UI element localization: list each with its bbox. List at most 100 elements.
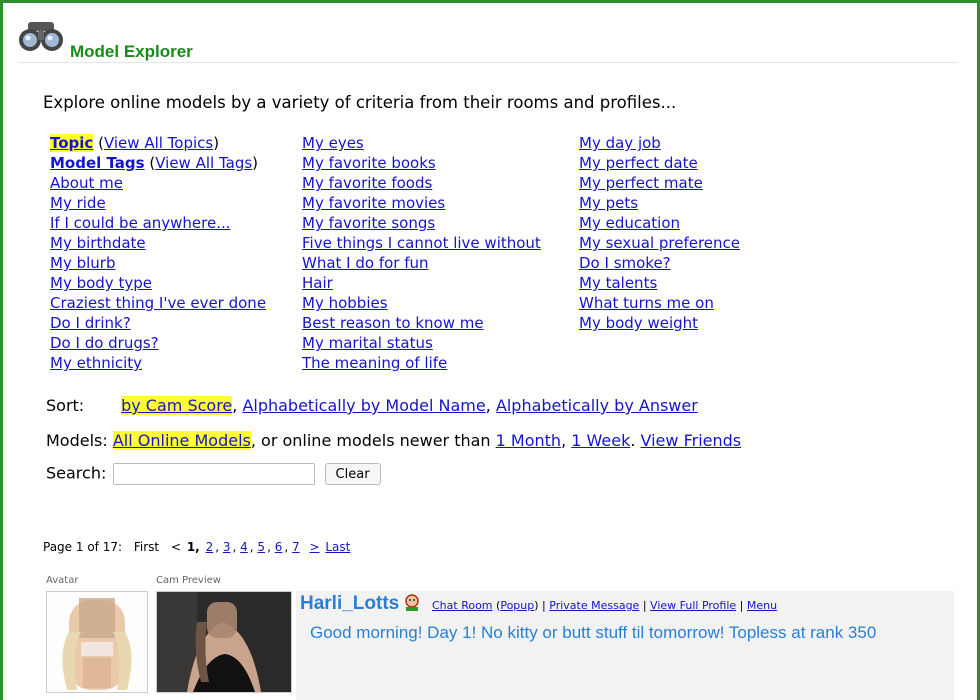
topic-link-what-turns-me-on[interactable]: What turns me on — [579, 294, 714, 312]
topic-link-my-sexual-preference[interactable]: My sexual preference — [579, 234, 740, 252]
topic-link-if-i-could-be-anywhere[interactable]: If I could be anywhere... — [50, 214, 231, 232]
separator: , — [284, 540, 292, 554]
topic-link-about-me[interactable]: About me — [50, 174, 123, 192]
page-link-6[interactable]: 6 — [275, 540, 283, 554]
link-view-all-tags[interactable]: View All Tags — [155, 154, 252, 172]
pagination: Page 1 of 17: First < 1, 2, 3, 4, 5, 6, … — [43, 540, 352, 554]
topic-link-hair[interactable]: Hair — [302, 274, 333, 292]
topic-row: Best reason to know me — [302, 313, 541, 333]
cam-preview[interactable] — [156, 591, 292, 693]
separator: | — [642, 599, 647, 612]
topic-row: My favorite books — [302, 153, 541, 173]
topic-row: The meaning of life — [302, 353, 541, 373]
topic-link-my-pets[interactable]: My pets — [579, 194, 638, 212]
topic-link-my-talents[interactable]: My talents — [579, 274, 657, 292]
topic-row: Do I smoke? — [579, 253, 740, 273]
chat-room-link[interactable]: Chat Room — [432, 599, 493, 612]
topic-row: My hobbies — [302, 293, 541, 313]
topic-row: Hair — [302, 273, 541, 293]
topic-link-the-meaning-of-life[interactable]: The meaning of life — [302, 354, 447, 372]
paren-close: ) — [213, 134, 220, 152]
topic-row: My eyes — [302, 133, 541, 153]
paren-close: ) — [534, 599, 539, 612]
topic-row: My blurb — [50, 253, 266, 273]
topic-link-my-favorite-movies[interactable]: My favorite movies — [302, 194, 445, 212]
search-row: Search: Clear — [46, 463, 381, 485]
sort-label: Sort: — [46, 396, 85, 415]
topic-link-my-ethnicity[interactable]: My ethnicity — [50, 354, 142, 372]
topic-row: My body weight — [579, 313, 740, 333]
current-page: 1, — [186, 540, 200, 554]
topic-link-my-perfect-mate[interactable]: My perfect mate — [579, 174, 703, 192]
topic-link-my-eyes[interactable]: My eyes — [302, 134, 364, 152]
topic-row: Model Tags (View All Tags) — [50, 153, 266, 173]
topic-link-my-body-weight[interactable]: My body weight — [579, 314, 698, 332]
topic-row: About me — [50, 173, 266, 193]
topic-link-do-i-drink[interactable]: Do I drink? — [50, 314, 131, 332]
topic-link-my-hobbies[interactable]: My hobbies — [302, 294, 388, 312]
topic-link-my-day-job[interactable]: My day job — [579, 134, 661, 152]
topic-link-my-perfect-date[interactable]: My perfect date — [579, 154, 698, 172]
topic-row: My marital status — [302, 333, 541, 353]
models-label: Models: — [46, 431, 108, 450]
topic-link-my-favorite-foods[interactable]: My favorite foods — [302, 174, 432, 192]
model-links: Chat Room (Popup) | Private Message | Vi… — [432, 599, 777, 612]
topic-link-five-things-i-cannot-live-without[interactable]: Five things I cannot live without — [302, 234, 541, 252]
paren-close: ) — [252, 154, 259, 172]
topic-link-my-marital-status[interactable]: My marital status — [302, 334, 433, 352]
topic-link-my-blurb[interactable]: My blurb — [50, 254, 115, 272]
page-link-7[interactable]: 7 — [292, 540, 300, 554]
topic-link-do-i-do-drugs[interactable]: Do I do drugs? — [50, 334, 159, 352]
topic-link-my-birthdate[interactable]: My birthdate — [50, 234, 146, 252]
last-page-link[interactable]: Last — [325, 540, 350, 554]
topic-link-craziest-thing-i-ve-ever-done[interactable]: Craziest thing I've ever done — [50, 294, 266, 312]
all-online-models-link[interactable]: All Online Models — [112, 431, 251, 450]
search-label: Search: — [46, 463, 107, 483]
topic-link-do-i-smoke[interactable]: Do I smoke? — [579, 254, 671, 272]
topic-row: My sexual preference — [579, 233, 740, 253]
link-view-all-topics[interactable]: View All Topics — [104, 134, 213, 152]
avatar[interactable] — [46, 591, 148, 693]
page-link-5[interactable]: 5 — [257, 540, 265, 554]
topic-row: My perfect mate — [579, 173, 740, 193]
view-friends-link[interactable]: View Friends — [641, 431, 742, 450]
clear-button[interactable]: Clear — [324, 463, 381, 485]
topic-row: My ethnicity — [50, 353, 266, 373]
menu-link[interactable]: Menu — [747, 599, 777, 612]
topic-link-best-reason-to-know-me[interactable]: Best reason to know me — [302, 314, 484, 332]
page-title: Model Explorer — [70, 42, 193, 61]
next-page-link[interactable]: > — [309, 540, 319, 554]
model-panel: Harli_Lotts Chat Room (Popup) | Private … — [296, 591, 954, 700]
topic-column-2: My eyes My favorite books My favorite food… — [302, 133, 541, 373]
page-link-2[interactable]: 2 — [206, 540, 214, 554]
page-count: Page 1 of 17: — [43, 540, 123, 554]
topic-row: My favorite songs — [302, 213, 541, 233]
topic-link-topic[interactable]: Topic — [50, 134, 94, 152]
sort-alpha-model-link[interactable]: Alphabetically by Model Name — [242, 396, 485, 415]
one-month-link[interactable]: 1 Month — [496, 431, 561, 450]
models-text: , or online models newer than — [250, 431, 496, 450]
view-full-profile-link[interactable]: View Full Profile — [650, 599, 736, 612]
topic-link-model-tags[interactable]: Model Tags — [50, 154, 145, 172]
topic-link-my-ride[interactable]: My ride — [50, 194, 106, 212]
private-message-link[interactable]: Private Message — [549, 599, 639, 612]
topic-link-my-favorite-books[interactable]: My favorite books — [302, 154, 436, 172]
page-link-3[interactable]: 3 — [223, 540, 231, 554]
search-input[interactable] — [113, 463, 316, 485]
sort-by-cam-score-link[interactable]: by Cam Score — [121, 396, 233, 415]
sort-row: Sort: by Cam Score, Alphabetically by Mo… — [46, 396, 698, 415]
page-link-4[interactable]: 4 — [240, 540, 248, 554]
topic-link-what-i-do-for-fun[interactable]: What I do for fun — [302, 254, 429, 272]
topic-link-my-favorite-songs[interactable]: My favorite songs — [302, 214, 435, 232]
model-name-link[interactable]: Harli_Lotts — [300, 593, 399, 615]
topic-link-my-education[interactable]: My education — [579, 214, 680, 232]
topic-link-my-body-type[interactable]: My body type — [50, 274, 152, 292]
separator: , — [232, 396, 243, 415]
separator: , — [232, 540, 241, 554]
topic-row: Topic (View All Topics) — [50, 133, 266, 153]
sort-alpha-answer-link[interactable]: Alphabetically by Answer — [496, 396, 698, 415]
popup-link[interactable]: Popup — [500, 599, 534, 612]
separator: , — [561, 431, 572, 450]
separator: | — [542, 599, 546, 612]
one-week-link[interactable]: 1 Week — [571, 431, 630, 450]
